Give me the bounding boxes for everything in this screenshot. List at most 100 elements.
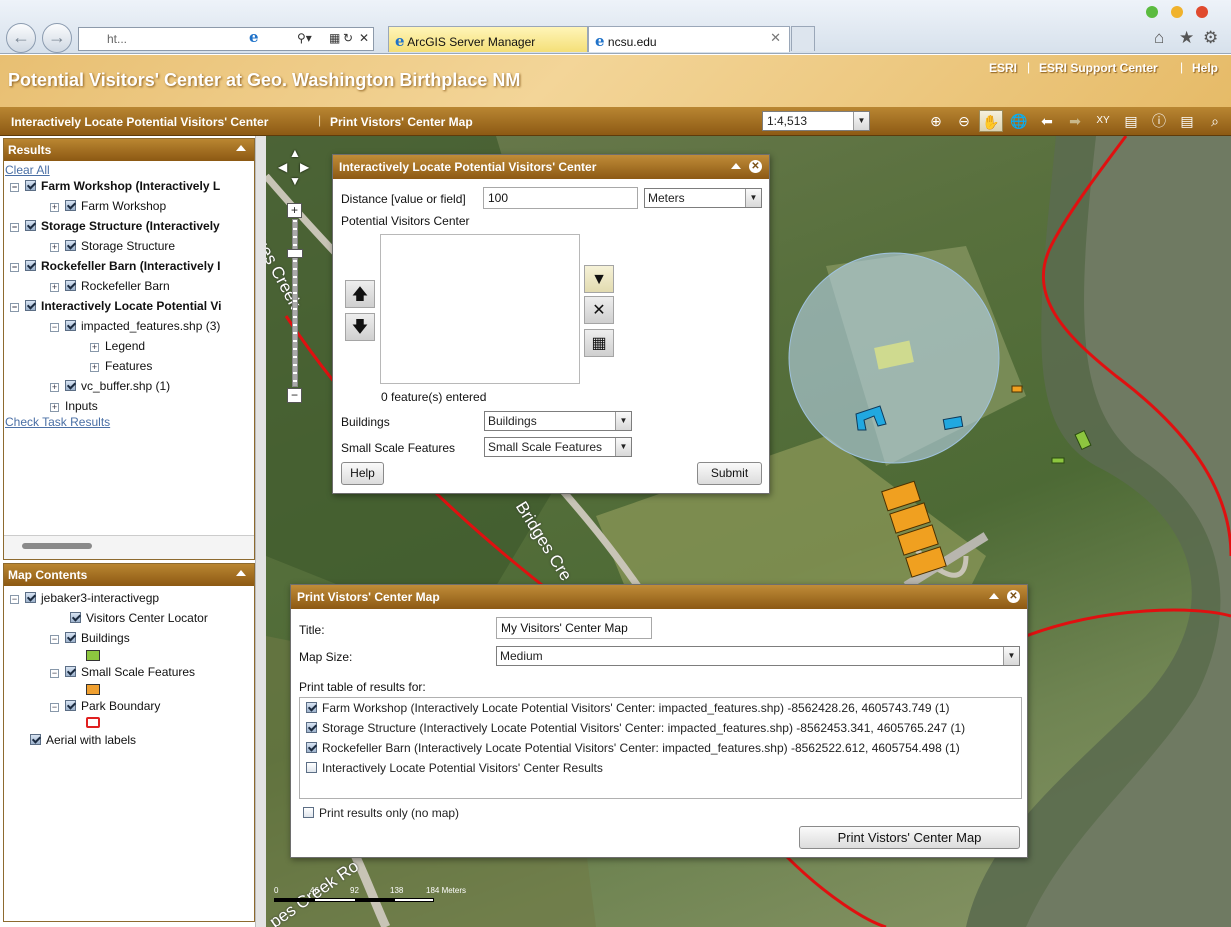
minimize-icon[interactable]	[1146, 6, 1158, 18]
collapse-icon[interactable]	[236, 570, 246, 576]
zoom-out-icon[interactable]: ⊖	[952, 110, 976, 132]
collapse-tree-icon[interactable]: −	[10, 303, 19, 312]
result-checkbox[interactable]	[25, 300, 36, 311]
layer-checkbox[interactable]	[65, 632, 76, 643]
layer-checkbox[interactable]	[30, 734, 41, 745]
esri-support-link[interactable]: ESRI Support Center	[1039, 61, 1158, 75]
toc-visitors-center-locator[interactable]: Visitors Center Locator	[70, 609, 208, 627]
pan-right-icon[interactable]: ▶	[300, 160, 309, 174]
result-item-locate-task[interactable]: − Interactively Locate Potential Vi	[10, 297, 222, 315]
toc-small-scale-features[interactable]: − Small Scale Features	[50, 663, 195, 681]
zoom-slider-track[interactable]	[292, 219, 298, 387]
print-result-row[interactable]: Rockefeller Barn (Interactively Locate P…	[306, 738, 960, 758]
result-checkbox[interactable]	[65, 200, 76, 211]
result-legend[interactable]: + Legend	[90, 337, 145, 355]
map-size-select[interactable]: Medium ▼	[496, 646, 1020, 666]
move-down-button[interactable]: 🡇	[345, 313, 375, 341]
pan-control[interactable]: ▲ ◀ ▶ ▼	[278, 146, 312, 196]
result-item-storage-structure[interactable]: − Storage Structure (Interactively	[10, 217, 220, 235]
close-dialog-icon[interactable]: ✕	[749, 160, 762, 173]
tab-ncsu[interactable]: e ncsu.edu ✕	[588, 26, 790, 52]
favorites-star-icon[interactable]: ★	[1179, 28, 1194, 48]
zoom-in-icon[interactable]: ⊕	[924, 110, 948, 132]
maximize-icon[interactable]	[1171, 6, 1183, 18]
pan-left-icon[interactable]: ◀	[278, 160, 287, 174]
result-child-storage-structure[interactable]: + Storage Structure	[50, 237, 175, 255]
result-checkbox[interactable]	[65, 240, 76, 251]
print-result-checkbox[interactable]	[306, 722, 317, 733]
move-up-button[interactable]: 🡅	[345, 280, 375, 308]
zoom-slider[interactable]: + −	[287, 203, 303, 403]
result-checkbox[interactable]	[65, 320, 76, 331]
layer-checkbox[interactable]	[25, 592, 36, 603]
print-result-checkbox[interactable]	[306, 762, 317, 773]
search-icon[interactable]: ⚲▾	[297, 31, 312, 45]
toc-buildings[interactable]: − Buildings	[50, 629, 130, 647]
results-scrollbar[interactable]	[4, 535, 254, 559]
draw-polygon-button[interactable]: ▼	[584, 265, 614, 293]
layer-checkbox[interactable]	[70, 612, 81, 623]
minimize-dialog-icon[interactable]	[989, 593, 999, 599]
layer-checkbox[interactable]	[65, 700, 76, 711]
clear-features-button[interactable]: ✕	[584, 296, 614, 324]
expand-tree-icon[interactable]: +	[90, 343, 99, 352]
previous-extent-icon[interactable]: ⬅	[1035, 110, 1059, 132]
xy-coordinates-icon[interactable]: XY	[1091, 110, 1115, 132]
esri-link[interactable]: ESRI	[989, 61, 1017, 75]
print-result-row[interactable]: Interactively Locate Potential Visitors'…	[306, 758, 603, 778]
expand-tree-icon[interactable]: +	[50, 283, 59, 292]
result-checkbox[interactable]	[25, 260, 36, 271]
expand-tree-icon[interactable]: +	[50, 203, 59, 212]
compatibility-icon[interactable]: ▦	[329, 31, 340, 45]
zoom-slider-minus-icon[interactable]: −	[287, 388, 302, 403]
result-item-farm-workshop[interactable]: − Farm Workshop (Interactively L	[10, 177, 220, 195]
print-result-row[interactable]: Farm Workshop (Interactively Locate Pote…	[306, 698, 950, 718]
submit-button[interactable]: Submit	[697, 462, 762, 485]
table-input-button[interactable]: ▦	[584, 329, 614, 357]
scale-select[interactable]: 1:4,513 ▼	[762, 111, 870, 131]
minimize-dialog-icon[interactable]	[731, 163, 741, 169]
result-vc-buffer[interactable]: + vc_buffer.shp (1)	[50, 377, 170, 395]
forward-icon[interactable]: →	[42, 23, 72, 53]
stop-icon[interactable]: ✕	[359, 31, 369, 45]
distance-input[interactable]: 100	[483, 187, 638, 209]
identify-info-icon[interactable]: ⓘ	[1147, 110, 1171, 132]
result-item-rockefeller-barn[interactable]: − Rockefeller Barn (Interactively I	[10, 257, 220, 275]
magnifier-icon[interactable]: ⌕	[1203, 110, 1227, 132]
next-extent-icon[interactable]: ➡	[1063, 110, 1087, 132]
results-only-option[interactable]: Print results only (no map)	[303, 803, 459, 823]
units-select[interactable]: Meters ▼	[644, 188, 762, 208]
expand-tree-icon[interactable]: +	[50, 403, 59, 412]
expand-tree-icon[interactable]: +	[50, 383, 59, 392]
print-result-checkbox[interactable]	[306, 742, 317, 753]
collapse-tree-icon[interactable]: −	[50, 703, 59, 712]
collapse-tree-icon[interactable]: −	[50, 323, 59, 332]
result-features[interactable]: + Features	[90, 357, 152, 375]
pan-down-icon[interactable]: ▼	[289, 174, 301, 188]
print-map-button[interactable]: Print Vistors' Center Map	[799, 826, 1020, 849]
result-checkbox[interactable]	[65, 380, 76, 391]
task-locate-link[interactable]: Interactively Locate Potential Visitors'…	[11, 115, 268, 129]
pan-hand-icon[interactable]: ✋	[979, 110, 1003, 132]
expand-tree-icon[interactable]: +	[50, 243, 59, 252]
features-list[interactable]	[380, 234, 580, 384]
full-extent-globe-icon[interactable]: 🌐	[1007, 110, 1031, 132]
print-result-row[interactable]: Storage Structure (Interactively Locate …	[306, 718, 965, 738]
address-bar[interactable]: ht... e ⚲▾ ▦ ↻ ✕	[78, 27, 374, 51]
result-impacted-features[interactable]: − impacted_features.shp (3)	[50, 317, 220, 335]
layer-checkbox[interactable]	[65, 666, 76, 677]
toc-aerial-with-labels[interactable]: Aerial with labels	[30, 731, 136, 749]
map-title-input[interactable]: My Visitors' Center Map	[496, 617, 652, 639]
home-icon[interactable]: ⌂	[1154, 28, 1164, 48]
collapse-tree-icon[interactable]: −	[50, 669, 59, 678]
collapse-tree-icon[interactable]: −	[10, 263, 19, 272]
task-print-link[interactable]: Print Vistors' Center Map	[330, 115, 473, 129]
scrollbar-thumb[interactable]	[22, 543, 92, 549]
print-result-checkbox[interactable]	[306, 702, 317, 713]
help-link[interactable]: Help	[1192, 61, 1218, 75]
zoom-slider-plus-icon[interactable]: +	[287, 203, 302, 218]
result-child-farm-workshop[interactable]: + Farm Workshop	[50, 197, 166, 215]
result-checkbox[interactable]	[25, 220, 36, 231]
result-checkbox[interactable]	[25, 180, 36, 191]
buildings-select[interactable]: Buildings ▼	[484, 411, 632, 431]
